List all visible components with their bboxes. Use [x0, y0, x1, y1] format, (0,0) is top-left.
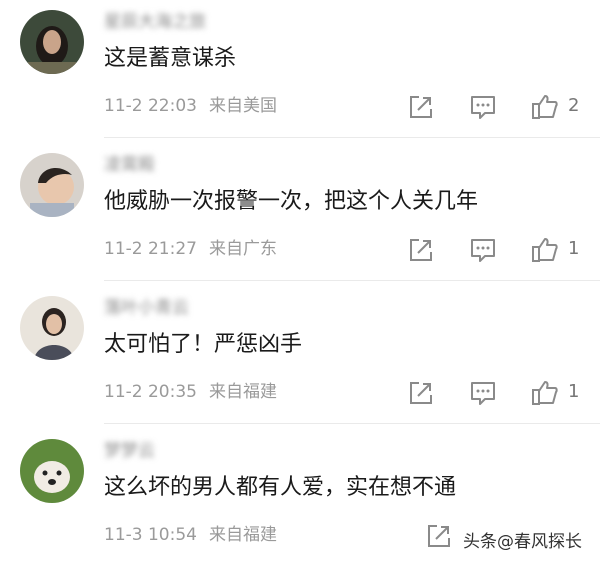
share-icon: [410, 382, 432, 404]
reply-button[interactable]: [468, 378, 498, 408]
comment-location: 来自福建: [208, 382, 277, 402]
comment-text: 这么坏的男人都有人爱，实在想不通: [104, 475, 457, 500]
share-icon: [410, 96, 432, 118]
reply-icon: [471, 382, 495, 405]
like-button[interactable]: [530, 378, 560, 408]
comment-date: 11-3 10:54: [104, 525, 197, 545]
divider: [104, 137, 600, 138]
share-button[interactable]: [406, 378, 436, 408]
avatar-image-icon: [20, 296, 84, 360]
like-button[interactable]: [530, 235, 560, 265]
reply-icon: [471, 239, 495, 262]
avatar[interactable]: [20, 439, 84, 503]
username[interactable]: 星辰大海之旅: [104, 12, 274, 32]
avatar-image-icon: [20, 10, 84, 74]
share-button[interactable]: [406, 92, 436, 122]
avatar-image-icon: [20, 153, 84, 217]
username[interactable]: 梦梦云: [104, 441, 274, 461]
comment-meta: 11-2 20:35 来自福建: [104, 380, 277, 404]
comment-item: 星辰大海之旅 这是蓄意谋杀 11-2 22:03 来自美国 2: [0, 0, 600, 138]
thumbs-up-icon: [532, 381, 558, 405]
avatar[interactable]: [20, 153, 84, 217]
like-count: 1: [568, 381, 580, 402]
comment-meta: 11-2 21:27 来自广东: [104, 237, 277, 261]
comment-item: 落叶小青云 太可怕了！严惩凶手 11-2 20:35 来自福建 1: [0, 286, 600, 424]
watermark: 头条@春风探长: [459, 525, 586, 554]
comment-location: 来自广东: [208, 239, 277, 259]
comment-date: 11-2 22:03: [104, 96, 197, 116]
reply-button[interactable]: [468, 92, 498, 122]
avatar[interactable]: [20, 10, 84, 74]
thumbs-up-icon: [532, 95, 558, 119]
share-button[interactable]: [406, 235, 436, 265]
avatar[interactable]: [20, 296, 84, 360]
divider: [104, 280, 600, 281]
thumbs-up-icon: [532, 238, 558, 262]
like-count: 1: [568, 238, 580, 259]
share-icon: [428, 525, 450, 547]
username[interactable]: 凌霄殿: [104, 155, 274, 175]
username[interactable]: 落叶小青云: [104, 298, 274, 318]
like-count: 2: [568, 95, 580, 116]
comment-meta: 11-2 22:03 来自美国: [104, 94, 277, 118]
comment-text: 他威胁一次报警一次，把这个人关几年: [104, 189, 479, 214]
comment-text: 这是蓄意谋杀: [104, 46, 237, 71]
comment-text: 太可怕了！严惩凶手: [104, 332, 303, 357]
comment-meta: 11-3 10:54 来自福建: [104, 523, 277, 547]
divider: [104, 423, 600, 424]
comment-item: 凌霄殿 他威胁一次报警一次，把这个人关几年 11-2 21:27 来自广东 1: [0, 143, 600, 281]
reply-icon: [471, 96, 495, 119]
avatar-image-icon: [20, 439, 84, 503]
comment-date: 11-2 20:35: [104, 382, 197, 402]
share-icon: [410, 239, 432, 261]
comment-date: 11-2 21:27: [104, 239, 197, 259]
comment-location: 来自福建: [208, 525, 277, 545]
reply-button[interactable]: [468, 235, 498, 265]
comment-location: 来自美国: [208, 96, 277, 116]
share-button[interactable]: [424, 521, 454, 551]
like-button[interactable]: [530, 92, 560, 122]
